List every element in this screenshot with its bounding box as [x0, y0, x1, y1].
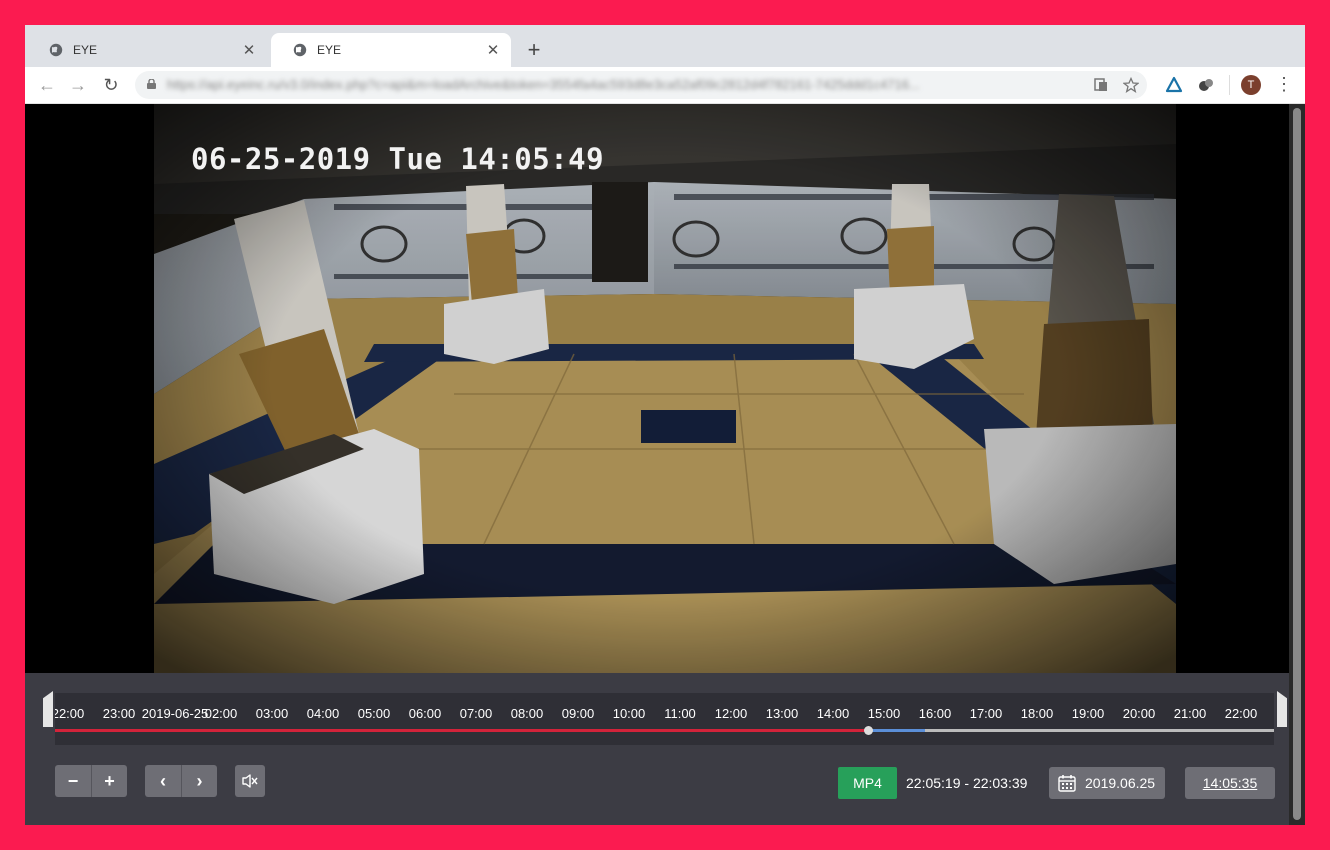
- mp4-download-button[interactable]: MP4: [838, 767, 897, 799]
- timeline-hour-label: 22:00: [55, 706, 85, 721]
- mute-button[interactable]: [235, 765, 265, 797]
- timeline-hour-label: 20:00: [1122, 706, 1156, 721]
- camera-scene-image: [154, 104, 1176, 673]
- page-content: 06-25-2019 Tue 14:05:49 22:00 23:00 2019-0…: [25, 104, 1305, 825]
- timeline-hour-label: 23:00: [102, 706, 136, 721]
- tab-title: EYE: [317, 43, 342, 57]
- zoom-controls: − +: [55, 765, 127, 797]
- zoom-in-button[interactable]: +: [91, 765, 127, 797]
- timeline-hour-label: 19:00: [1071, 706, 1105, 721]
- timeline-hour-label: 04:00: [306, 706, 340, 721]
- extension-triangle-icon[interactable]: [1164, 75, 1184, 95]
- url-text: https://api.eyeinc.ru/v3.0/index.php?c=a…: [167, 77, 920, 92]
- bookmark-star-icon[interactable]: [1123, 77, 1139, 93]
- timeline-remaining-track[interactable]: [925, 729, 1274, 732]
- zoom-out-button[interactable]: −: [55, 765, 91, 797]
- lock-icon: [147, 79, 156, 89]
- forward-arrow-icon[interactable]: →: [67, 73, 89, 97]
- timeline-hour-label: 2019-06-25: [141, 706, 209, 721]
- timeline-hour-label: 22:00: [1224, 706, 1258, 721]
- plus-icon[interactable]: +: [523, 38, 545, 62]
- address-bar[interactable]: https://api.eyeinc.ru/v3.0/index.php?c=a…: [135, 71, 1147, 99]
- timeline-hour-label: 15:00: [867, 706, 901, 721]
- back-arrow-icon[interactable]: ←: [36, 73, 58, 97]
- calendar-icon: [1058, 775, 1076, 792]
- timeline-hour-label: 05:00: [357, 706, 391, 721]
- tab-strip: EYE ✕ EYE ✕ +: [25, 25, 1305, 67]
- time-picker-button[interactable]: 14:05:35: [1185, 767, 1275, 799]
- timeline-playhead[interactable]: [864, 726, 874, 735]
- timeline-ticks: 22:00 23:00 2019-06-25 02:00 03:00 04:00 05:00…: [55, 693, 1274, 733]
- reload-icon[interactable]: ↻: [100, 73, 122, 97]
- timeline-hour-label: 21:00: [1173, 706, 1207, 721]
- timeline-hour-label: 16:00: [918, 706, 952, 721]
- speaker-muted-icon: [242, 774, 258, 788]
- timeline-hour-label: 08:00: [510, 706, 544, 721]
- next-button[interactable]: ›: [181, 765, 217, 797]
- tab-eye-1[interactable]: EYE ✕: [27, 33, 267, 67]
- timeline-hour-label: 13:00: [765, 706, 799, 721]
- timeline-hour-label: 12:00: [714, 706, 748, 721]
- timeline-hour-label: 18:00: [1020, 706, 1054, 721]
- tab-eye-2[interactable]: EYE ✕: [271, 33, 511, 67]
- date-value: 2019.06.25: [1085, 775, 1156, 791]
- browser-toolbar: ← → ↻ https://api.eyeinc.ru/v3.0/index.p…: [25, 67, 1305, 104]
- timeline-hour-label: 14:00: [816, 706, 850, 721]
- timeline-hour-label: 03:00: [255, 706, 289, 721]
- camera-video-frame[interactable]: 06-25-2019 Tue 14:05:49: [154, 104, 1176, 673]
- timeline-hour-label: 06:00: [408, 706, 442, 721]
- timeline-right-handle[interactable]: [1277, 691, 1287, 727]
- globe-icon: [293, 43, 307, 57]
- timeline-hour-label: 11:00: [664, 706, 696, 721]
- timeline-hour-label: 10:00: [612, 706, 646, 721]
- video-timestamp-overlay: 06-25-2019 Tue 14:05:49: [191, 142, 605, 176]
- close-tab-icon[interactable]: ✕: [485, 41, 501, 59]
- timeline-hour-label: 17:00: [969, 706, 1003, 721]
- timeline-recorded-track[interactable]: [55, 729, 869, 732]
- timeline-left-handle[interactable]: [43, 691, 53, 727]
- close-tab-icon[interactable]: ✕: [241, 41, 257, 59]
- archive-timeline[interactable]: 22:00 23:00 2019-06-25 02:00 03:00 04:00 05:00…: [55, 693, 1274, 745]
- timeline-buffered-track[interactable]: [868, 729, 926, 732]
- previous-button[interactable]: ‹: [145, 765, 181, 797]
- extension-circles-icon[interactable]: [1196, 75, 1216, 95]
- scrollbar-thumb[interactable]: [1293, 108, 1301, 820]
- step-controls: ‹ ›: [145, 765, 217, 797]
- timeline-hour-label: 09:00: [561, 706, 595, 721]
- timeline-hour-label: 07:00: [459, 706, 493, 721]
- page-scrollbar[interactable]: [1289, 104, 1305, 825]
- archive-time-range: 22:05:19 - 22:03:39: [906, 775, 1028, 791]
- timeline-hour-label: 02:00: [204, 706, 238, 721]
- profile-avatar[interactable]: T: [1241, 75, 1261, 95]
- install-app-icon[interactable]: [1093, 77, 1109, 93]
- player-controls-panel: 22:00 23:00 2019-06-25 02:00 03:00 04:00 05:00…: [25, 673, 1289, 825]
- more-menu-icon[interactable]: ⋮: [1275, 73, 1293, 97]
- toolbar-divider: [1229, 75, 1230, 95]
- date-picker-button[interactable]: 2019.06.25: [1049, 767, 1165, 799]
- globe-icon: [49, 43, 63, 57]
- tab-title: EYE: [73, 43, 98, 57]
- browser-window: EYE ✕ EYE ✕ + ← → ↻ https://api.eyeinc.r…: [25, 25, 1305, 825]
- audio-controls: [235, 765, 265, 797]
